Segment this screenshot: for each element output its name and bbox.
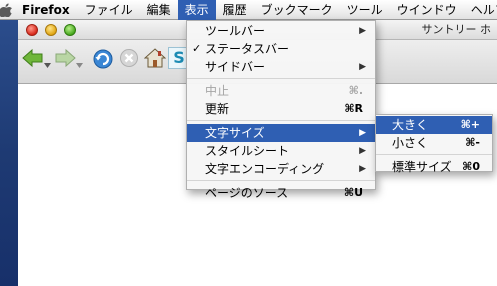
menu-item-character-encoding[interactable]: 文字エンコーディング ▶ bbox=[187, 160, 375, 178]
view-menu-dropdown: ツールバー ▶ ✓ ステータスバー サイドバー ▶ 中止 ⌘. 更新 ⌘R 文字… bbox=[186, 20, 376, 200]
menu-item-label: ステータスバー bbox=[205, 42, 290, 56]
menu-item-label: 文字サイズ bbox=[205, 126, 265, 140]
apple-icon[interactable] bbox=[0, 0, 12, 20]
menu-item-style-sheet[interactable]: スタイルシート ▶ bbox=[187, 142, 375, 160]
menu-item-shortcut: ⌘R bbox=[344, 102, 363, 115]
menu-item-shortcut: ⌘- bbox=[465, 136, 480, 149]
submenu-arrow-icon: ▶ bbox=[359, 26, 366, 36]
menu-item-text-size[interactable]: 文字サイズ ▶ bbox=[187, 124, 375, 142]
desktop-background bbox=[0, 20, 18, 286]
stop-icon[interactable] bbox=[119, 48, 139, 71]
close-window-button[interactable] bbox=[26, 24, 38, 36]
menu-separator bbox=[187, 78, 375, 79]
menu-item-label: サイドバー bbox=[205, 60, 266, 74]
minimize-window-button[interactable] bbox=[45, 24, 57, 36]
menu-item-shortcut: ⌘0 bbox=[462, 160, 480, 173]
menu-item-reload[interactable]: 更新 ⌘R bbox=[187, 100, 375, 118]
menu-item-label: 中止 bbox=[205, 84, 230, 98]
menu-item-label: 大きく bbox=[392, 118, 429, 132]
menu-window[interactable]: ウインドウ bbox=[390, 0, 464, 20]
menu-tools[interactable]: ツール bbox=[340, 0, 390, 20]
menu-item-label: 小さく bbox=[392, 136, 429, 150]
menu-bookmarks[interactable]: ブックマーク bbox=[254, 0, 340, 20]
menu-history[interactable]: 履歴 bbox=[216, 0, 254, 20]
submenu-arrow-icon: ▶ bbox=[359, 146, 366, 156]
menu-bar: Firefox ファイル 編集 表示 履歴 ブックマーク ツール ウインドウ ヘ… bbox=[0, 0, 497, 20]
menu-item-shortcut: ⌘. bbox=[348, 84, 363, 97]
reload-icon[interactable] bbox=[92, 48, 114, 73]
menu-separator bbox=[376, 154, 492, 155]
menu-item-label: 文字エンコーディング bbox=[205, 162, 325, 176]
menu-edit[interactable]: 編集 bbox=[140, 0, 178, 20]
zoom-window-button[interactable] bbox=[64, 24, 76, 36]
menu-item-stop[interactable]: 中止 ⌘. bbox=[187, 82, 375, 100]
menu-separator bbox=[187, 180, 375, 181]
menu-item-label: ページのソース bbox=[205, 186, 289, 200]
menu-item-label: 標準サイズ bbox=[392, 160, 452, 174]
checkmark-icon: ✓ bbox=[192, 42, 202, 55]
menu-item-decrease-text[interactable]: 小さく ⌘- bbox=[376, 134, 492, 152]
back-arrow-icon[interactable] bbox=[22, 48, 44, 71]
forward-history-dropdown-icon[interactable] bbox=[76, 57, 83, 71]
menu-item-label: 更新 bbox=[205, 102, 230, 116]
home-icon[interactable] bbox=[143, 48, 167, 71]
menu-item-label: スタイルシート bbox=[205, 144, 290, 158]
menu-item-statusbar[interactable]: ✓ ステータスバー bbox=[187, 40, 375, 58]
menu-view[interactable]: 表示 bbox=[177, 0, 216, 20]
menu-item-shortcut: ⌘U bbox=[343, 186, 363, 199]
submenu-arrow-icon: ▶ bbox=[359, 128, 366, 138]
submenu-arrow-icon: ▶ bbox=[359, 62, 366, 72]
window-title: サントリー ホ bbox=[421, 23, 492, 36]
back-history-dropdown-icon[interactable] bbox=[44, 57, 51, 71]
menu-item-toolbars[interactable]: ツールバー ▶ bbox=[187, 22, 375, 40]
submenu-arrow-icon: ▶ bbox=[359, 164, 366, 174]
menu-item-increase-text[interactable]: 大きく ⌘+ bbox=[376, 116, 492, 134]
menu-item-label: ツールバー bbox=[205, 24, 266, 38]
menu-item-normal-text[interactable]: 標準サイズ ⌘0 bbox=[376, 158, 492, 176]
menu-separator bbox=[187, 120, 375, 121]
menu-item-shortcut: ⌘+ bbox=[460, 118, 480, 131]
menu-file[interactable]: ファイル bbox=[78, 0, 140, 20]
menu-help[interactable]: ヘルプ bbox=[464, 0, 497, 20]
text-size-submenu: 大きく ⌘+ 小さく ⌘- 標準サイズ ⌘0 bbox=[375, 114, 493, 174]
menu-item-sidebar[interactable]: サイドバー ▶ bbox=[187, 58, 375, 76]
menu-item-page-source[interactable]: ページのソース ⌘U bbox=[187, 184, 375, 202]
menu-app-firefox[interactable]: Firefox bbox=[12, 0, 78, 20]
forward-arrow-icon[interactable] bbox=[54, 48, 76, 71]
